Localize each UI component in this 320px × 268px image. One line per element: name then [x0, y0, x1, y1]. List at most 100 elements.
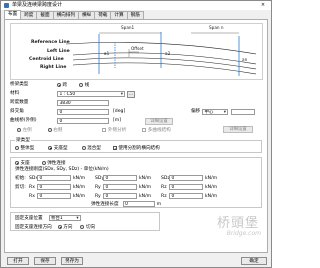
- whole-type-radio[interactable]: [15, 146, 19, 150]
- skew-angle-input[interactable]: 0: [57, 109, 109, 115]
- ok-button[interactable]: 确定: [241, 257, 267, 265]
- curve-bridge-label: 曲线桥(外侧): [10, 118, 37, 123]
- stiffness-y-input[interactable]: 0: [103, 184, 137, 190]
- stiffness-x-input[interactable]: 0: [37, 193, 71, 199]
- spring-link-radio[interactable]: [41, 161, 46, 165]
- stiffness-row-initial: 初始: SDx 0 kN/m SDy 0 kN/m SDz 0 kN/m: [15, 175, 217, 181]
- stiffness-y-label: Ry: [95, 184, 101, 190]
- multi-curve-checkbox[interactable]: [142, 128, 147, 132]
- stiffness-x-unit: kN/m: [73, 193, 86, 199]
- elastic-length-input[interactable]: 0: [122, 201, 155, 207]
- outer-analysis-text: 外侧分析: [107, 128, 127, 133]
- material-browse-button[interactable]: ...: [127, 90, 135, 98]
- bridge-type-radios: 跨 线: [57, 82, 89, 88]
- mixed-type-radio[interactable]: [81, 146, 86, 150]
- tab-analysis[interactable]: 计算: [110, 11, 128, 19]
- stiffness-z-label: Rz: [161, 193, 167, 199]
- close-button[interactable]: ×: [257, 2, 269, 9]
- skew-angle-label: 斜交角: [10, 109, 24, 114]
- a1-label: a1: [104, 51, 110, 56]
- curve-radius-input[interactable]: 0: [57, 118, 109, 124]
- spring-link-text: 弹性连接: [47, 161, 66, 166]
- support-radio[interactable]: [15, 161, 19, 165]
- outer-analysis-checkbox[interactable]: [102, 128, 107, 132]
- fixed-direction-row: 固定支座连接方向 方向 切向: [15, 224, 95, 230]
- right-side-text: 右侧: [53, 128, 63, 133]
- support-text: 支座: [20, 161, 30, 166]
- tab-load[interactable]: 荷载: [94, 11, 112, 19]
- elastic-stiffness-label: 弹性连接刚度(SDx, SDy, SDz) - 单位(kN/m): [15, 167, 109, 172]
- material-select[interactable]: 1 : C50: [57, 91, 125, 97]
- direction-normal-radio[interactable]: [57, 225, 62, 229]
- left-side-radio[interactable]: [17, 128, 21, 132]
- whole-type-text: 整体型: [20, 146, 35, 151]
- stiffness-row-label: 剪切:: [15, 185, 26, 190]
- stiffness-row-label: 初始:: [15, 176, 26, 181]
- fixed-support-group: 固定支座位置 桥台1 固定支座连接方向 方向 切向: [10, 212, 160, 231]
- stiffness-z-input[interactable]: 0: [169, 193, 203, 199]
- direction-tangent-radio[interactable]: [80, 225, 85, 229]
- stiffness-z-input[interactable]: 0: [169, 184, 203, 190]
- save-button[interactable]: 保存: [34, 257, 56, 265]
- elastic-length-label: 弹性连接长度: [91, 202, 119, 207]
- curve-detail-button[interactable]: 详细设置: [145, 117, 173, 125]
- stiffness-y-unit: kN/m: [139, 184, 152, 190]
- stiffness-y-label: Ry: [95, 193, 101, 199]
- multi-curve-text: 多曲线结构: [147, 128, 171, 133]
- offset-mode-select[interactable]: 中心: [202, 109, 228, 115]
- stiffness-z-input[interactable]: 0: [169, 175, 203, 181]
- app-icon: [4, 3, 9, 8]
- a2-label: a2: [165, 51, 171, 56]
- use-split-section-checkbox[interactable]: [112, 146, 117, 151]
- tab-section[interactable]: 截面: [36, 11, 54, 19]
- tab-span[interactable]: 跨度: [20, 11, 38, 19]
- tab-rebar[interactable]: 钢筋: [126, 11, 144, 19]
- stiffness-row-shear: 剪切: Rx 0 kN/m Ry 0 kN/m Rz 0 kN/m: [15, 184, 217, 190]
- right-side-radio[interactable]: [47, 128, 52, 132]
- stiffness-y-input[interactable]: 0: [103, 193, 137, 199]
- multi-curve-detail-button[interactable]: 详细设置: [223, 126, 253, 133]
- open-button[interactable]: 打开: [7, 257, 29, 265]
- curve-side-row: 左侧 右侧 外侧分析 多曲线结构: [17, 127, 171, 133]
- save-as-button[interactable]: 另存为: [61, 257, 83, 265]
- offset-value-input[interactable]: [231, 109, 255, 115]
- beam-type-group: 梁类型 整体型 支座型 混合型 使用分割的横向结构: [10, 138, 262, 153]
- support-type-row: 支座 弹性连接: [15, 160, 66, 166]
- tab-layout[interactable]: 布置: [4, 10, 22, 19]
- stiffness-y-input[interactable]: 0: [103, 175, 137, 181]
- stiffness-z-label: Rz: [161, 184, 167, 190]
- stiffness-x-unit: kN/m: [73, 184, 86, 190]
- span-count-input[interactable]: 3830: [57, 100, 109, 106]
- elastic-length-unit: m: [156, 201, 162, 207]
- fixed-support-label: 固定支座位置: [15, 216, 43, 221]
- tab-panel-layout: Span1 Span n Reference Line Left Line Ce…: [4, 19, 268, 253]
- watermark-url: Bridge.com: [226, 230, 261, 237]
- dialog-window: 单梁及连续梁跨度设计 × 布置 跨度 截面 横向排列 横纵 荷载 计算 钢筋 S…: [0, 0, 272, 268]
- right-line-label: Right Line: [40, 65, 67, 70]
- stiffness-z-unit: kN/m: [205, 175, 218, 181]
- support-group: 支座 弹性连接 弹性连接刚度(SDx, SDy, SDz) - 单位(kN/m)…: [10, 157, 262, 208]
- fixed-support-row: 固定支座位置 桥台1: [15, 215, 81, 221]
- box-type-text: 支座型: [53, 146, 68, 151]
- an-label: an: [242, 57, 248, 62]
- watermark-logo: 桥頭堡: [216, 216, 259, 231]
- beam-type-row: 整体型 支座型 混合型 使用分割的横向结构: [15, 145, 160, 151]
- bridge-type-span-radio[interactable]: [57, 83, 61, 87]
- tab-transverse[interactable]: 横向排列: [52, 11, 79, 19]
- tab-crossbeam[interactable]: 横纵: [78, 11, 96, 19]
- bridge-layout-diagram: Span1 Span n Reference Line Left Line Ce…: [10, 23, 263, 80]
- fixed-support-select[interactable]: 桥台1: [48, 215, 81, 221]
- spann-label: Span n: [209, 25, 224, 30]
- stiffness-x-label: SDx: [29, 175, 39, 181]
- box-type-radio[interactable]: [48, 146, 53, 150]
- stiffness-y-unit: kN/m: [139, 193, 152, 199]
- reference-line-label: Reference Line: [31, 40, 70, 45]
- direction-tangent-text: 切向: [85, 225, 96, 230]
- stiffness-x-input[interactable]: 0: [37, 184, 71, 190]
- stiffness-row-rotation: Rx 0 kN/m Ry 0 kN/m Rz 0 kN/m: [15, 193, 217, 199]
- material-label: 材料: [10, 91, 20, 96]
- stiffness-x-unit: kN/m: [73, 175, 86, 181]
- bridge-type-line-radio[interactable]: [79, 83, 84, 87]
- beam-type-title: 梁类型: [15, 138, 31, 143]
- stiffness-x-input[interactable]: 0: [37, 175, 71, 181]
